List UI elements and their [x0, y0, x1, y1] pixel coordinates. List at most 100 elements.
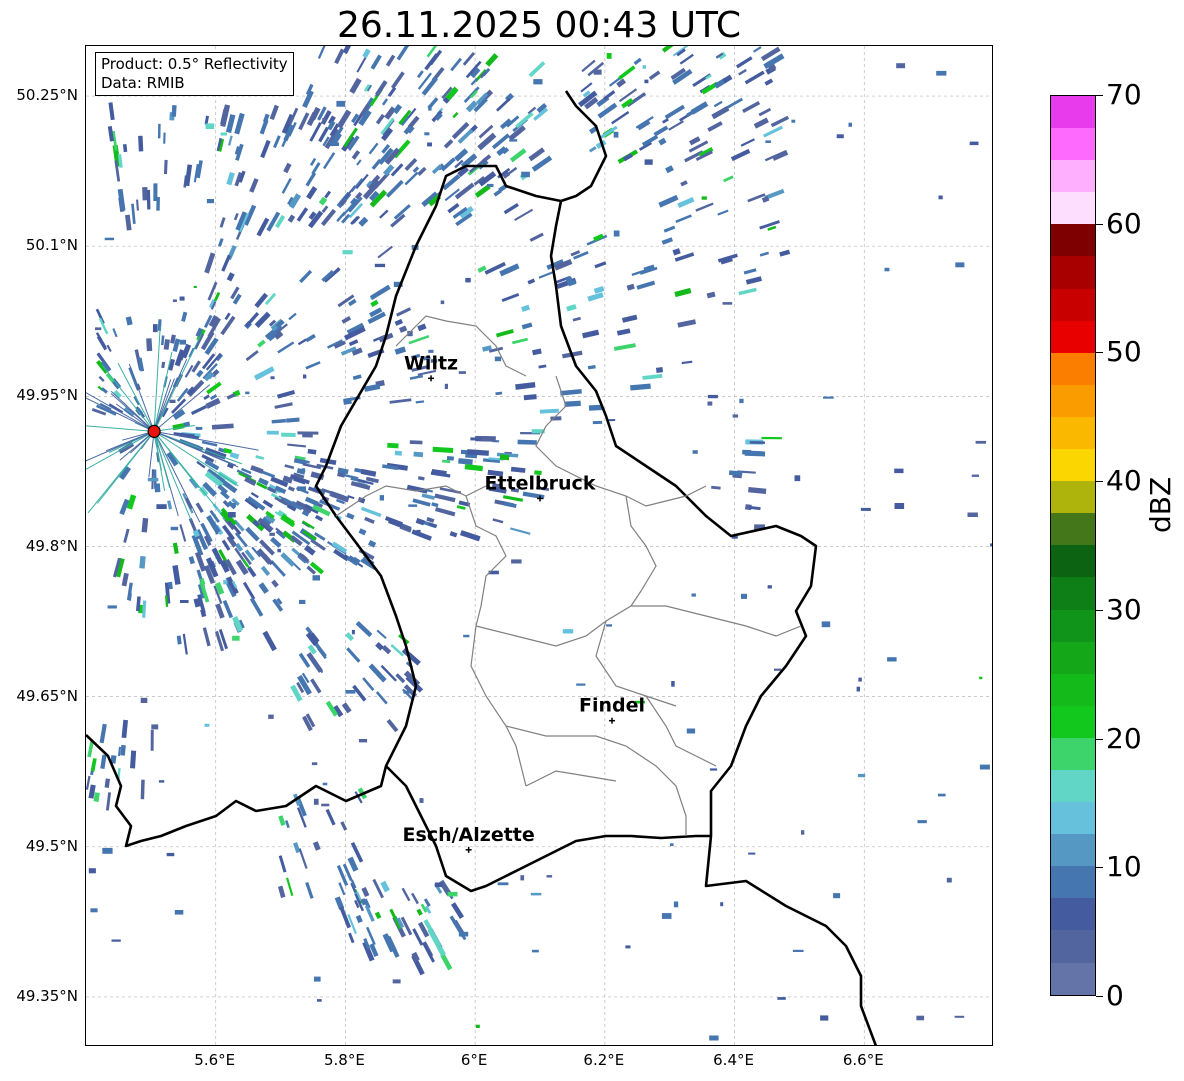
- echo-pixel: [204, 252, 216, 274]
- echo-pixel: [431, 502, 439, 508]
- echo-pixel: [434, 882, 443, 888]
- echo-pixel: [104, 237, 114, 241]
- echo-pixel: [779, 249, 791, 257]
- clutter-ray: [101, 364, 155, 432]
- echo-pixel: [674, 287, 692, 298]
- echo-pixel: [415, 518, 425, 526]
- colorbar-segment: [1051, 256, 1095, 289]
- echo-pixel: [692, 73, 712, 87]
- echo-pixel: [515, 381, 536, 390]
- echo-pixel: [412, 166, 420, 173]
- echo-pixel: [661, 46, 675, 53]
- echo-pixel: [887, 657, 897, 662]
- echo-pixel: [156, 196, 160, 211]
- echo-pixel: [161, 361, 166, 369]
- echo-pixel: [529, 232, 544, 242]
- echo-pixel: [362, 677, 375, 691]
- echo-pixel: [142, 600, 147, 618]
- echo-pixel: [677, 197, 695, 208]
- echo-pixel: [266, 430, 279, 435]
- echo-pixel: [387, 442, 399, 449]
- canton-border: [475, 605, 802, 647]
- canton-border: [470, 625, 527, 787]
- echo-pixel: [527, 278, 536, 285]
- echo-pixel: [836, 134, 844, 139]
- echo-pixel: [765, 140, 771, 143]
- echo-pixel: [271, 418, 287, 424]
- echo-pixel: [515, 111, 534, 129]
- echo-pixel: [364, 516, 375, 524]
- clutter-ray: [110, 390, 155, 432]
- echo-pixel: [464, 463, 483, 472]
- city-label: Ettelbruck: [485, 472, 596, 494]
- echo-pixel: [273, 135, 281, 149]
- echo-pixel: [322, 782, 328, 786]
- echo-pixel: [287, 485, 295, 492]
- colorbar-tick: [1096, 996, 1103, 997]
- echo-pixel: [621, 314, 638, 323]
- echo-pixel: [356, 159, 362, 166]
- echo-pixel: [361, 886, 370, 898]
- echo-pixel: [458, 458, 473, 465]
- radar-map[interactable]: Wiltz Ettelbruck Findel Esch/Alzette Produc…: [85, 45, 993, 1046]
- echo-pixel: [111, 939, 121, 942]
- lat-tick-label: 49.95°N: [16, 386, 78, 405]
- echo-pixel: [606, 624, 612, 627]
- echo-pixel: [446, 455, 454, 461]
- echo-pixel: [121, 572, 129, 587]
- echo-pixel: [355, 914, 363, 924]
- echo-pixel: [764, 78, 774, 86]
- echo-pixel: [314, 976, 321, 982]
- echo-pixel: [360, 468, 377, 477]
- echo-pixel: [521, 304, 531, 312]
- echo-pixel: [672, 248, 681, 256]
- echo-pixel: [322, 117, 327, 123]
- echo-pixel: [917, 820, 927, 824]
- echo-pixel: [440, 953, 453, 971]
- echo-pixel: [372, 878, 384, 899]
- echo-pixel: [234, 112, 245, 135]
- echo-pixel: [180, 600, 189, 603]
- echo-pixel: [492, 518, 504, 524]
- reflectivity-echoes: [86, 46, 992, 1041]
- echo-pixel: [125, 214, 132, 231]
- echo-pixel: [270, 536, 282, 548]
- colorbar-segment: [1051, 320, 1095, 353]
- echo-pixel: [742, 101, 761, 113]
- echo-pixel: [749, 441, 765, 444]
- lon-tick-label: 6.6°E: [842, 1051, 884, 1069]
- echo-pixel: [188, 556, 195, 565]
- echo-pixel: [350, 178, 364, 193]
- echo-pixel: [242, 581, 256, 600]
- echo-pixel: [739, 398, 744, 404]
- echo-pixel: [223, 580, 228, 585]
- echo-pixel: [523, 394, 537, 401]
- echo-pixel: [174, 910, 184, 915]
- echo-pixel: [262, 113, 270, 123]
- echo-pixel: [179, 339, 186, 345]
- lat-tick-label: 50.1°N: [25, 236, 78, 255]
- echo-pixel: [533, 79, 543, 85]
- colorbar-segment: [1051, 352, 1095, 385]
- echo-pixel: [969, 141, 979, 146]
- echo-pixel: [202, 627, 211, 647]
- echo-pixel: [99, 723, 107, 744]
- echo-pixel: [633, 57, 642, 66]
- echo-pixel: [664, 104, 685, 120]
- echo-pixel: [856, 686, 860, 692]
- echo-pixel: [213, 291, 221, 302]
- echo-pixel: [764, 155, 774, 162]
- echo-pixel: [308, 210, 324, 229]
- echo-pixel: [443, 139, 454, 149]
- echo-pixel: [587, 364, 596, 370]
- echo-pixel: [580, 82, 593, 93]
- colorbar-tick: [1096, 95, 1103, 96]
- echo-pixel: [245, 526, 260, 542]
- echo-pixel: [452, 111, 459, 119]
- echo-pixel: [416, 529, 421, 536]
- echo-pixel: [225, 503, 236, 506]
- colorbar-segment: [1051, 802, 1095, 835]
- echo-pixel: [744, 70, 765, 85]
- echo-pixel: [321, 803, 330, 807]
- echo-pixel: [475, 1024, 480, 1028]
